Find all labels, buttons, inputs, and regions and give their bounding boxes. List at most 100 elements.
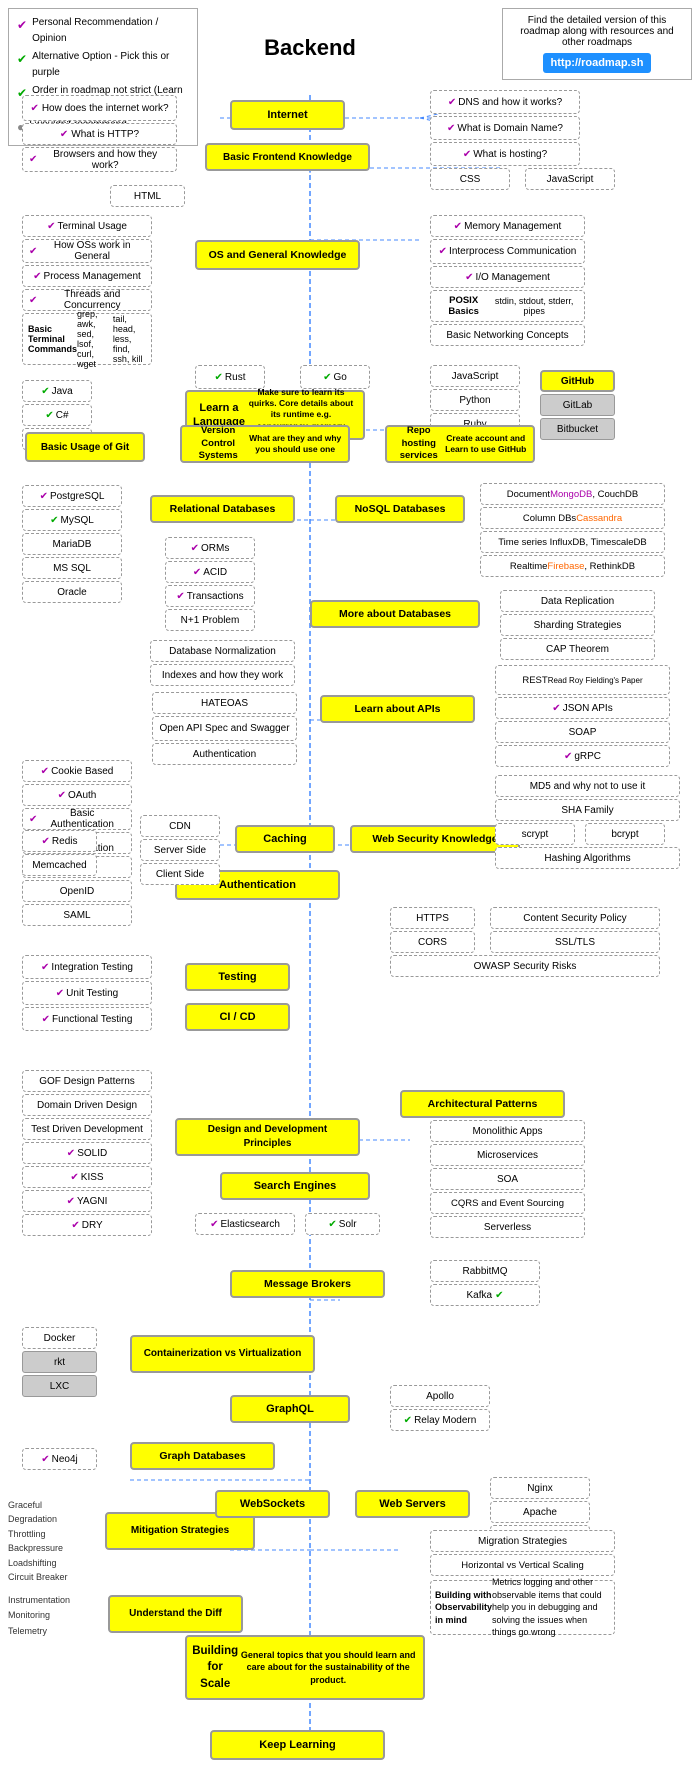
- node-relational-db: Relational Databases: [150, 495, 295, 523]
- node-cqrs: CQRS and Event Sourcing: [430, 1192, 585, 1214]
- node-serverless: Serverless: [430, 1216, 585, 1238]
- node-github: GitHub: [540, 370, 615, 392]
- node-time-series: Time series InfluxDB, TimescaleDB: [480, 531, 665, 553]
- node-transactions: ✔Transactions: [165, 585, 255, 607]
- node-posix: POSIX Basics stdin, stdout, stderr, pipe…: [430, 290, 585, 322]
- node-cicd: CI / CD: [185, 1003, 290, 1031]
- node-solr: ✔Solr: [305, 1213, 380, 1235]
- legend-text-1: Personal Recommendation / Opinion: [32, 15, 189, 47]
- node-repo-hosting: Repo hosting services Create account and…: [385, 425, 535, 463]
- node-go: ✔Go: [300, 365, 370, 389]
- node-microservices: Microservices: [430, 1144, 585, 1166]
- node-document-db: Document MongoDB, CouchDB: [480, 483, 665, 505]
- node-io-mgmt: ✔I/O Management: [430, 266, 585, 288]
- node-hashing: Hashing Algorithms: [495, 847, 680, 869]
- node-nosql: NoSQL Databases: [335, 495, 465, 523]
- legend-text-2: Alternative Option - Pick this or purple: [32, 49, 189, 81]
- node-learn-apis: Learn about APIs: [320, 695, 475, 723]
- node-saml: SAML: [22, 904, 132, 926]
- node-understand-diff: Understand the Diff: [108, 1595, 243, 1633]
- node-grpc: ✔gRPC: [495, 745, 670, 767]
- node-terminal-usage: ✔Terminal Usage: [22, 215, 152, 237]
- node-caching: Caching: [235, 825, 335, 853]
- node-terminal-commands: Basic Terminal Commands grep, awk, sed, …: [22, 313, 152, 365]
- node-ssl-tls: SSL/TLS: [490, 931, 660, 953]
- node-domain: ✔What is Domain Name?: [430, 116, 580, 140]
- node-csharp: ✔C#: [22, 404, 92, 426]
- node-acid: ✔ACID: [165, 561, 255, 583]
- node-json-api: ✔JSON APIs: [495, 697, 670, 719]
- node-bcrypt: bcrypt: [585, 823, 665, 845]
- node-git-basic: Basic Usage of Git: [25, 432, 145, 462]
- node-lxc: LXC: [22, 1375, 97, 1397]
- node-kiss: ✔KISS: [22, 1166, 152, 1188]
- node-os-general: ✔How OSs work in General: [22, 239, 152, 263]
- node-hateoas: HATEOAS: [152, 692, 297, 714]
- node-apache: Apache: [490, 1501, 590, 1523]
- node-web-servers: Web Servers: [355, 1490, 470, 1518]
- node-rest: REST Read Roy Fielding's Paper: [495, 665, 670, 695]
- node-functional-testing: ✔Functional Testing: [22, 1007, 152, 1031]
- legend-item-1: ✔ Personal Recommendation / Opinion: [17, 15, 189, 47]
- node-dns: ✔DNS and how it works?: [430, 90, 580, 114]
- node-search-engines: Search Engines: [220, 1172, 370, 1200]
- node-integration-testing: ✔Integration Testing: [22, 955, 152, 979]
- node-testing: Testing: [185, 963, 290, 991]
- node-design-principles: Design and Development Principles: [175, 1118, 360, 1156]
- legend-icon-1: ✔: [17, 16, 27, 35]
- node-threads: ✔Threads and Concurrency: [22, 289, 152, 311]
- node-neo4j: ✔Neo4j: [22, 1448, 97, 1470]
- node-solid: ✔SOLID: [22, 1142, 152, 1164]
- node-observability: Building with Observability in mind Metr…: [430, 1580, 615, 1635]
- page-container: ✔ Personal Recommendation / Opinion ✔ Al…: [0, 0, 700, 1786]
- node-nginx: Nginx: [490, 1477, 590, 1499]
- node-ipc: ✔Interprocess Communication: [430, 239, 585, 264]
- node-column-db: Column DBs Cassandra: [480, 507, 665, 529]
- node-building-scale: Building for Scale General topics that y…: [185, 1635, 425, 1700]
- node-docker: Docker: [22, 1327, 97, 1349]
- node-gof: GOF Design Patterns: [22, 1070, 152, 1092]
- node-realtime-db: Realtime Firebase, RethinkDB: [480, 555, 665, 577]
- node-elasticsearch: ✔Elasticsearch: [195, 1213, 295, 1235]
- node-browsers: ✔Browsers and how they work?: [22, 147, 177, 172]
- node-sha: SHA Family: [495, 799, 680, 821]
- observability-list: Instrumentation Monitoring Telemetry: [8, 1593, 70, 1639]
- node-oauth: ✔OAuth: [22, 784, 132, 806]
- node-indexes: Indexes and how they work: [150, 664, 295, 686]
- node-arch-patterns: Architectural Patterns: [400, 1090, 565, 1118]
- node-js-frontend: JavaScript: [525, 168, 615, 190]
- node-https: HTTPS: [390, 907, 475, 929]
- node-http: ✔What is HTTP?: [22, 123, 177, 145]
- node-graph-db: Graph Databases: [130, 1442, 275, 1470]
- node-horizontal-vertical: Horizontal vs Vertical Scaling: [430, 1554, 615, 1576]
- node-client-side: Client Side: [140, 863, 220, 885]
- node-relay: ✔Relay Modern: [390, 1409, 490, 1431]
- node-openapi: Open API Spec and Swagger: [152, 716, 297, 741]
- mitigation-list: Graceful Degradation Throttling Backpres…: [8, 1498, 68, 1584]
- node-unit-testing: ✔Unit Testing: [22, 981, 152, 1005]
- node-owasp: OWASP Security Risks: [390, 955, 660, 977]
- node-keep-learning: Keep Learning: [210, 1730, 385, 1760]
- node-graphql: GraphQL: [230, 1395, 350, 1423]
- node-basic-auth: ✔Basic Authentication: [22, 808, 132, 830]
- node-authentication-api: Authentication: [152, 743, 297, 765]
- node-md5: MD5 and why not to use it: [495, 775, 680, 797]
- node-js-lang: JavaScript: [430, 365, 520, 387]
- node-mariadb: MariaDB: [22, 533, 122, 555]
- node-message-brokers: Message Brokers: [230, 1270, 385, 1298]
- node-java: ✔Java: [22, 380, 92, 402]
- url-button[interactable]: http://roadmap.sh: [543, 53, 652, 73]
- node-cdn: CDN: [140, 815, 220, 837]
- node-more-db: More about Databases: [310, 600, 480, 628]
- node-vcs: Version Control Systems What are they an…: [180, 425, 350, 463]
- node-soa: SOA: [430, 1168, 585, 1190]
- node-gitlab: GitLab: [540, 394, 615, 416]
- node-mssql: MS SQL: [22, 557, 122, 579]
- node-mysql: ✔MySQL: [22, 509, 122, 531]
- node-python: Python: [430, 389, 520, 411]
- info-box: Find the detailed version of this roadma…: [502, 8, 692, 80]
- node-soap: SOAP: [495, 721, 670, 743]
- node-migration-strategies: Migration Strategies: [430, 1530, 615, 1552]
- node-cap-theorem: CAP Theorem: [500, 638, 655, 660]
- legend-icon-2: ✔: [17, 50, 27, 69]
